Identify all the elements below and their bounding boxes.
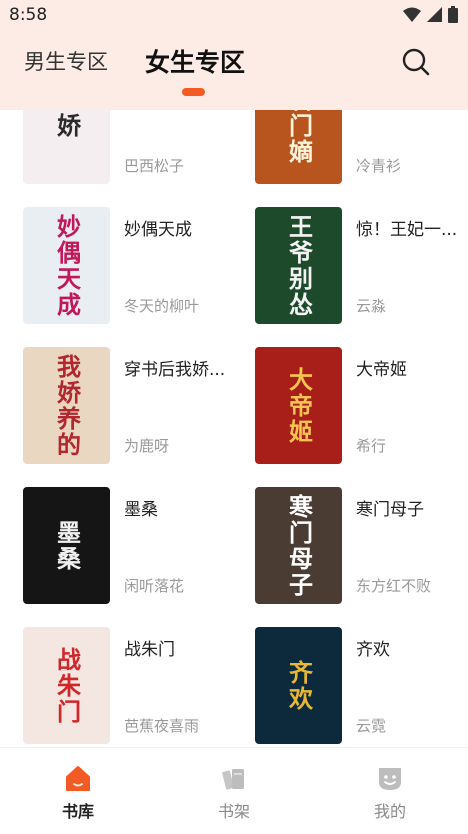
- book-card[interactable]: 齐欢 齐欢 云霓: [255, 627, 468, 745]
- signal-icon: [427, 7, 442, 22]
- battery-icon: [448, 6, 458, 23]
- book-title[interactable]: 惊！王妃一...: [356, 215, 461, 240]
- top-header: 8:58 男生专区 女生专区: [0, 0, 468, 110]
- book-author: 云霓: [356, 717, 387, 735]
- book-cover[interactable]: 妙偶天成: [23, 207, 110, 324]
- cover-title-art: 齐欢: [284, 659, 314, 712]
- book-author: 冬天的柳叶: [124, 297, 200, 315]
- book-card[interactable]: 王爷别怂 惊！王妃一... 云淼: [255, 207, 468, 325]
- tab-female-zone[interactable]: 女生专区: [145, 43, 245, 79]
- book-card[interactable]: 大帝姬 大帝姬 希行: [255, 347, 468, 465]
- book-cover[interactable]: 我娇养的: [23, 347, 110, 464]
- book-author: 巴西松子: [124, 157, 185, 175]
- nav-label: 我的: [373, 802, 406, 821]
- book-title[interactable]: 妙偶天成: [124, 215, 229, 240]
- nav-bookstore[interactable]: 书库: [28, 764, 128, 824]
- book-author: 芭蕉夜喜雨: [124, 717, 200, 735]
- book-cover[interactable]: 墨桑: [23, 487, 110, 604]
- book-title[interactable]: 寒门母子: [356, 495, 461, 520]
- book-row: 娇 巴西松子 名门嫡 冷青衫: [0, 110, 468, 207]
- cover-title-art: 妙偶天成: [52, 213, 82, 318]
- cover-title-art: 大帝姬: [284, 366, 314, 445]
- book-title[interactable]: 战朱门: [124, 635, 229, 660]
- active-tab-indicator: [182, 88, 205, 96]
- book-cover[interactable]: 娇: [23, 110, 110, 184]
- book-author: 为鹿呀: [124, 437, 170, 455]
- book-card[interactable]: 战朱门 战朱门 芭蕉夜喜雨: [23, 627, 243, 745]
- cover-title-art: 墨桑: [52, 519, 82, 572]
- book-title[interactable]: 齐欢: [356, 635, 461, 660]
- bookstore-icon: [66, 766, 90, 791]
- book-card[interactable]: 寒门母子 寒门母子 东方红不败: [255, 487, 468, 605]
- book-cover[interactable]: 王爷别怂: [255, 207, 342, 324]
- book-card[interactable]: 名门嫡 冷青衫: [255, 110, 468, 185]
- book-row: 妙偶天成 妙偶天成 冬天的柳叶 王爷别怂 惊！王妃一... 云淼: [0, 207, 468, 347]
- cover-title-art: 娇: [52, 112, 82, 139]
- book-card[interactable]: 墨桑 墨桑 闲听落花: [23, 487, 243, 605]
- status-time: 8:58: [9, 5, 48, 25]
- search-icon: [402, 48, 430, 76]
- book-row: 战朱门 战朱门 芭蕉夜喜雨 齐欢 齐欢 云霓: [0, 627, 468, 747]
- cover-title-art: 战朱门: [52, 646, 82, 725]
- book-title[interactable]: 穿书后我娇...: [124, 355, 229, 380]
- nav-bookshelf[interactable]: 书架: [184, 764, 284, 824]
- book-cover[interactable]: 大帝姬: [255, 347, 342, 464]
- bottom-nav: 书库 书架 我的: [0, 747, 468, 834]
- book-grid: 娇 巴西松子 名门嫡 冷青衫 妙偶天成 妙偶天成 冬天的柳叶 王爷别怂 惊！王妃…: [0, 110, 468, 747]
- nav-label: 书库: [61, 802, 94, 821]
- cover-title-art: 寒门母子: [284, 493, 314, 598]
- cover-title-art: 王爷别怂: [284, 213, 314, 318]
- nav-label: 书架: [217, 802, 250, 821]
- book-title[interactable]: 大帝姬: [356, 355, 461, 380]
- nav-profile[interactable]: 我的: [340, 764, 440, 824]
- search-button[interactable]: [398, 44, 434, 80]
- bookshelf-icon: [222, 769, 244, 790]
- wifi-icon: [403, 7, 421, 22]
- book-card[interactable]: 娇 巴西松子: [23, 110, 243, 185]
- book-list[interactable]: 娇 巴西松子 名门嫡 冷青衫 妙偶天成 妙偶天成 冬天的柳叶 王爷别怂 惊！王妃…: [0, 110, 468, 747]
- book-author: 东方红不败: [356, 577, 432, 595]
- book-card[interactable]: 我娇养的 穿书后我娇... 为鹿呀: [23, 347, 243, 465]
- book-cover[interactable]: 齐欢: [255, 627, 342, 744]
- book-author: 冷青衫: [356, 157, 402, 175]
- cover-title-art: 名门嫡: [284, 110, 314, 165]
- book-author: 希行: [356, 437, 387, 455]
- book-row: 墨桑 墨桑 闲听落花 寒门母子 寒门母子 东方红不败: [0, 487, 468, 627]
- status-bar: 8:58: [0, 0, 468, 32]
- tab-male-zone[interactable]: 男生专区: [24, 46, 108, 76]
- status-icons: [403, 6, 458, 23]
- profile-icon: [379, 768, 401, 790]
- book-author: 云淼: [356, 297, 387, 315]
- book-title[interactable]: 墨桑: [124, 495, 229, 520]
- book-cover[interactable]: 寒门母子: [255, 487, 342, 604]
- book-row: 我娇养的 穿书后我娇... 为鹿呀 大帝姬 大帝姬 希行: [0, 347, 468, 487]
- category-tabs: 男生专区 女生专区: [0, 32, 468, 110]
- cover-title-art: 我娇养的: [52, 353, 82, 458]
- book-card[interactable]: 妙偶天成 妙偶天成 冬天的柳叶: [23, 207, 243, 325]
- book-author: 闲听落花: [124, 577, 185, 595]
- book-cover[interactable]: 名门嫡: [255, 110, 342, 184]
- book-cover[interactable]: 战朱门: [23, 627, 110, 744]
